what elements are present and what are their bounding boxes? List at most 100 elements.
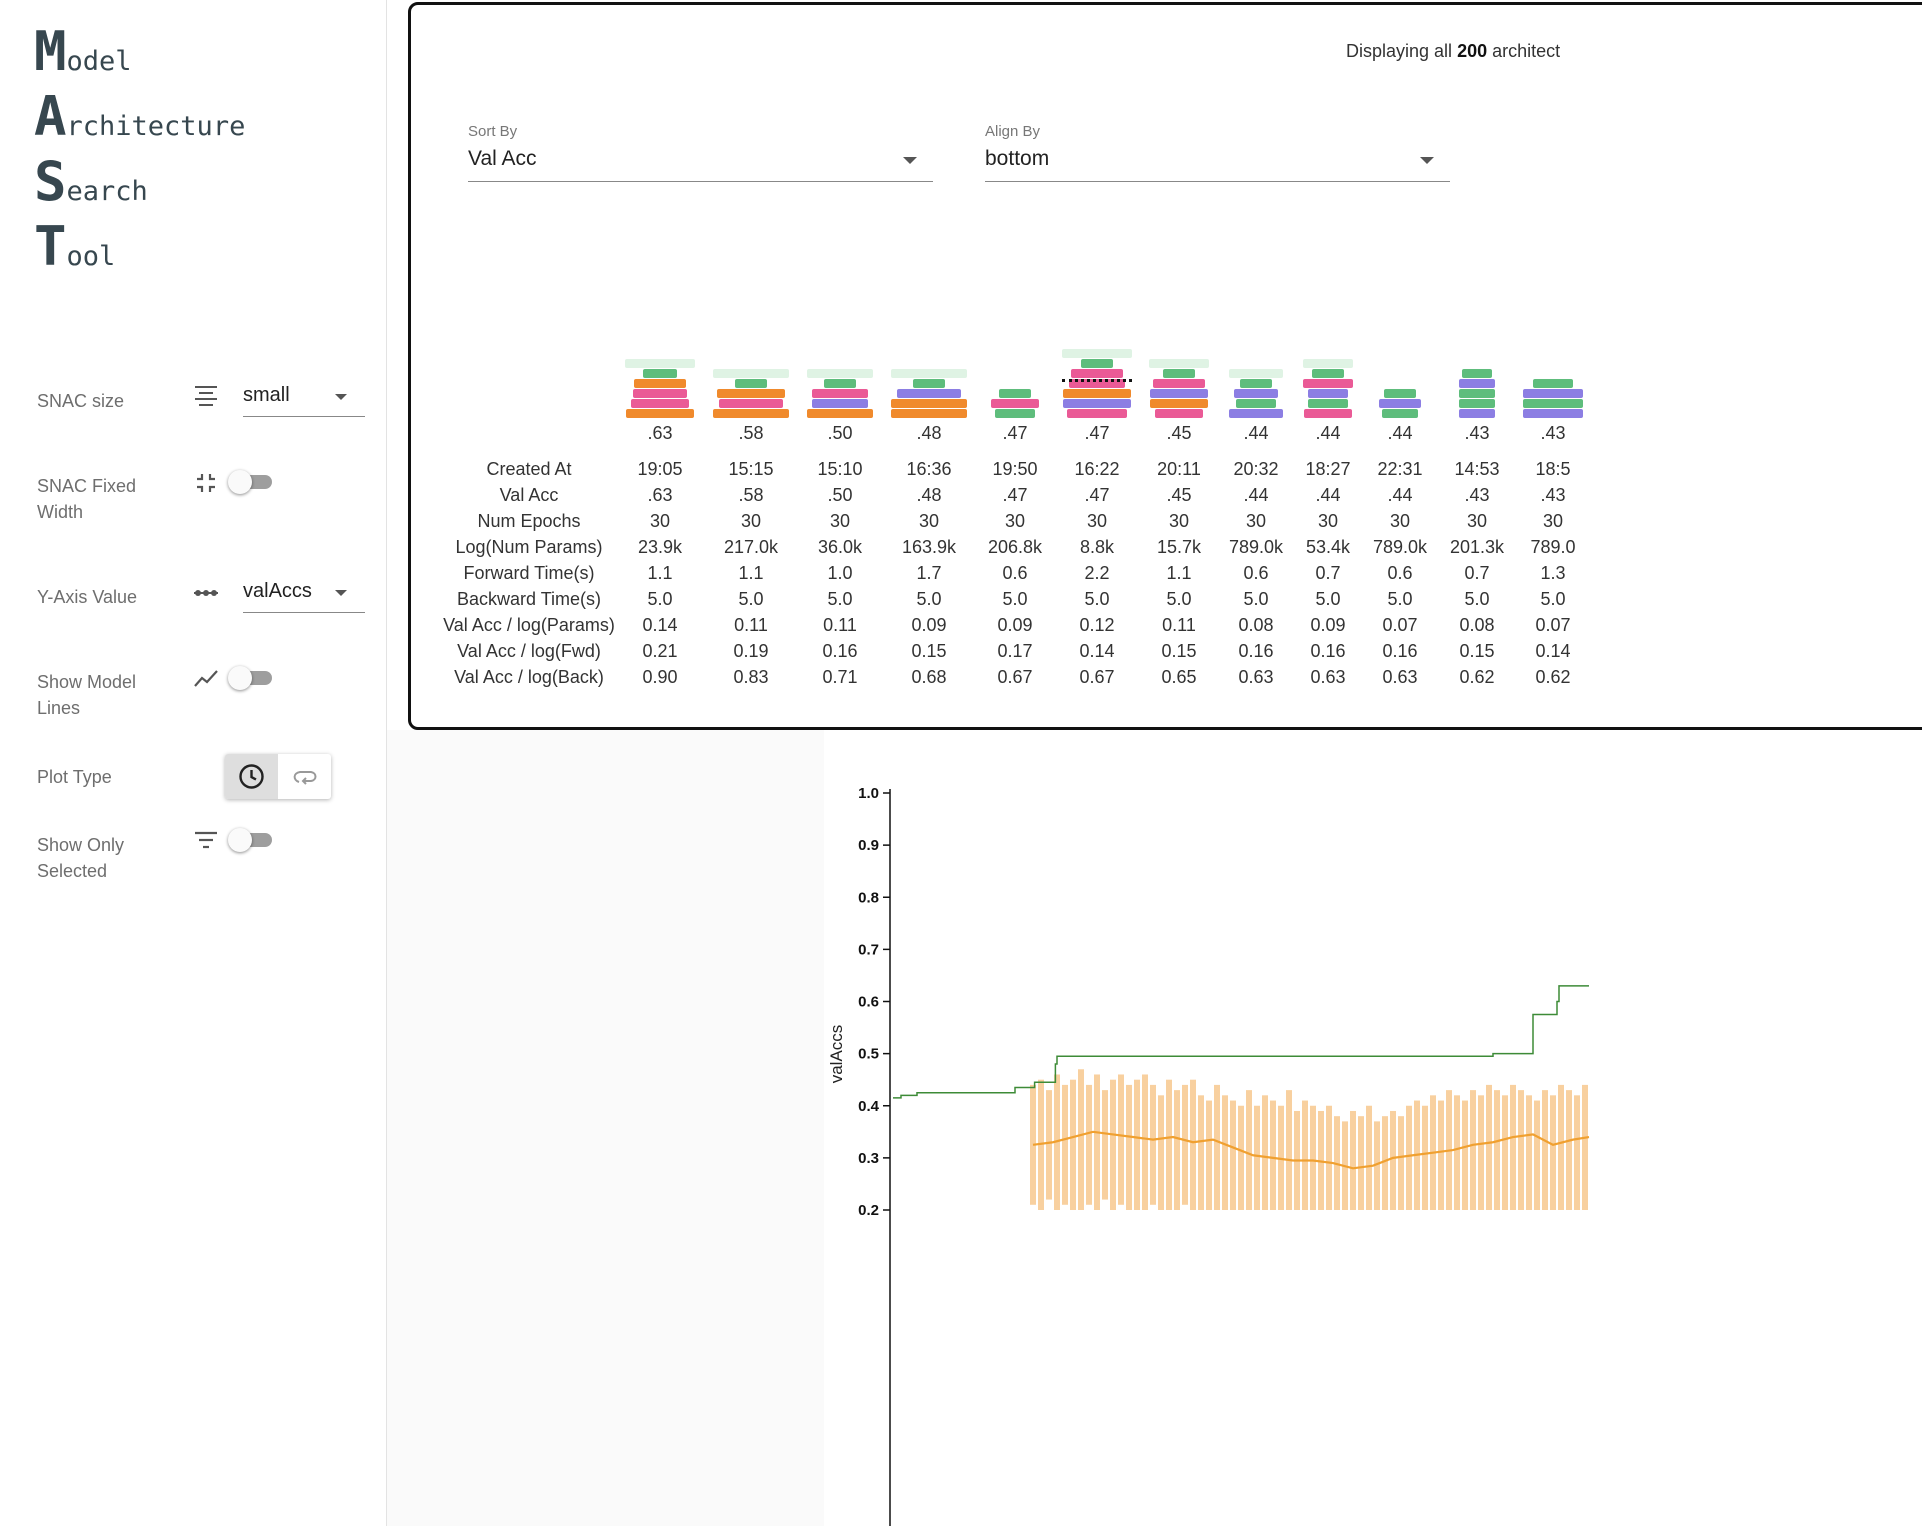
column-val-acc-header[interactable]: .47 bbox=[975, 423, 1055, 444]
snac-layer-bar bbox=[891, 369, 967, 378]
compress-icon bbox=[197, 474, 215, 492]
toggle-knob bbox=[228, 828, 252, 852]
align-by-value: bottom bbox=[985, 147, 1050, 170]
range-bar bbox=[1246, 1090, 1252, 1210]
range-bar bbox=[1558, 1084, 1564, 1210]
table-cell: 5.0 bbox=[1315, 589, 1341, 609]
table-cell: 0.63 bbox=[1382, 667, 1418, 687]
table-cell: 0.07 bbox=[1382, 615, 1418, 635]
table-cell: 0.6 bbox=[1243, 563, 1269, 583]
range-bar bbox=[1198, 1095, 1204, 1210]
range-bar bbox=[1174, 1090, 1180, 1210]
snac-size-select[interactable]: small bbox=[243, 380, 365, 417]
snac-layer-bar bbox=[719, 399, 783, 408]
table-cell: .50 bbox=[827, 485, 853, 505]
column-val-acc-header[interactable]: .44 bbox=[1288, 423, 1368, 444]
snac-glyph[interactable] bbox=[1459, 369, 1495, 419]
table-cell: 0.11 bbox=[734, 615, 768, 635]
align-by-select[interactable]: Align By bottom bbox=[985, 123, 1450, 182]
plot-type-time-button[interactable] bbox=[225, 754, 278, 799]
table-cell: 0.16 bbox=[822, 641, 858, 661]
sort-by-select[interactable]: Sort By Val Acc bbox=[468, 123, 933, 182]
range-bar bbox=[1270, 1100, 1276, 1210]
range-bar bbox=[1390, 1110, 1396, 1210]
show-model-lines-toggle[interactable] bbox=[228, 663, 276, 693]
table-cell: 15.7k bbox=[1156, 537, 1202, 557]
logo-letter: T bbox=[34, 215, 67, 278]
snac-glyph[interactable] bbox=[891, 369, 967, 419]
logo-letter: M bbox=[34, 20, 67, 83]
table-cell: 0.65 bbox=[1161, 667, 1197, 687]
snac-layer-bar bbox=[1063, 389, 1131, 398]
plot-area-background bbox=[387, 730, 824, 1526]
range-bar bbox=[1302, 1100, 1308, 1210]
column-val-acc-header[interactable]: .63 bbox=[620, 423, 700, 444]
plot-type-loop-button[interactable] bbox=[278, 754, 331, 799]
snac-layer-bar bbox=[643, 369, 677, 378]
y-tick-label: 0.8 bbox=[858, 889, 879, 906]
table-cell: 0.09 bbox=[911, 615, 947, 635]
table-cell: .63 bbox=[647, 485, 673, 505]
table-cell: 5.0 bbox=[1243, 589, 1269, 609]
display-count-text: Displaying all 200 architect bbox=[1346, 41, 1560, 62]
y-axis-value-select[interactable]: valAccs bbox=[243, 576, 365, 613]
table-cell: 0.14 bbox=[1079, 641, 1115, 661]
snac-layer-bar bbox=[1308, 399, 1348, 408]
snac-layer-bar bbox=[1229, 369, 1283, 378]
snac-layer-bar bbox=[1303, 379, 1353, 388]
table-cell: 217.0k bbox=[723, 537, 779, 557]
column-val-acc-header[interactable]: .43 bbox=[1513, 423, 1593, 444]
table-cell: 5.0 bbox=[916, 589, 942, 609]
snac-glyph[interactable] bbox=[1149, 359, 1209, 419]
table-cell: 2.2 bbox=[1084, 563, 1110, 583]
snac-glyph[interactable] bbox=[1303, 359, 1353, 419]
y-tick-label: 0.5 bbox=[858, 1046, 879, 1063]
range-bar bbox=[1046, 1090, 1052, 1200]
table-cell: 0.63 bbox=[1310, 667, 1346, 687]
logo-letter: A bbox=[34, 85, 67, 148]
snac-glyph[interactable] bbox=[713, 369, 789, 419]
snac-fixed-width-toggle[interactable] bbox=[228, 467, 276, 497]
range-bar bbox=[1566, 1090, 1572, 1210]
snac-layer-bar bbox=[807, 369, 873, 378]
table-cell: 1.1 bbox=[1166, 563, 1192, 583]
table-cell: 30 bbox=[1466, 511, 1488, 531]
row-label: Created At bbox=[486, 459, 572, 479]
sort-by-value: Val Acc bbox=[468, 147, 537, 170]
snac-glyph[interactable] bbox=[1229, 369, 1283, 419]
column-val-acc-header[interactable]: .43 bbox=[1437, 423, 1517, 444]
show-only-selected-toggle[interactable] bbox=[228, 825, 276, 855]
table-cell: 1.7 bbox=[916, 563, 942, 583]
range-bar bbox=[1134, 1079, 1140, 1210]
best-so-far-line bbox=[893, 985, 1589, 1099]
column-val-acc-header[interactable]: .50 bbox=[800, 423, 880, 444]
table-cell: 30 bbox=[649, 511, 671, 531]
column-val-acc-header[interactable]: .47 bbox=[1057, 423, 1137, 444]
snac-glyph[interactable] bbox=[1062, 349, 1132, 419]
chevron-down-icon bbox=[335, 590, 347, 596]
column-val-acc-header[interactable]: .48 bbox=[889, 423, 969, 444]
range-bar bbox=[1094, 1074, 1100, 1210]
table-cell: .45 bbox=[1166, 485, 1192, 505]
range-bar bbox=[1350, 1110, 1356, 1210]
snac-glyph[interactable] bbox=[625, 359, 695, 419]
snac-glyph[interactable] bbox=[1379, 389, 1421, 419]
snac-glyph[interactable] bbox=[991, 389, 1039, 419]
table-cell: 30 bbox=[1086, 511, 1108, 531]
column-val-acc-header[interactable]: .58 bbox=[711, 423, 791, 444]
table-cell: 0.07 bbox=[1535, 615, 1571, 635]
snac-glyph[interactable] bbox=[1523, 379, 1583, 419]
table-cell: 0.16 bbox=[1238, 641, 1274, 661]
snac-layer-bar bbox=[631, 399, 689, 408]
column-val-acc-header[interactable]: .45 bbox=[1139, 423, 1219, 444]
range-bar bbox=[1238, 1105, 1244, 1210]
range-bar bbox=[1070, 1079, 1076, 1210]
snac-layer-bar bbox=[1523, 409, 1583, 418]
column-val-acc-header[interactable]: .44 bbox=[1216, 423, 1296, 444]
snac-layer-bar bbox=[1459, 409, 1495, 418]
table-cell: 1.1 bbox=[738, 563, 764, 583]
column-val-acc-header[interactable]: .44 bbox=[1360, 423, 1440, 444]
snac-glyph[interactable] bbox=[807, 369, 873, 419]
table-cell: 18:5 bbox=[1535, 459, 1571, 479]
range-bar bbox=[1534, 1100, 1540, 1210]
